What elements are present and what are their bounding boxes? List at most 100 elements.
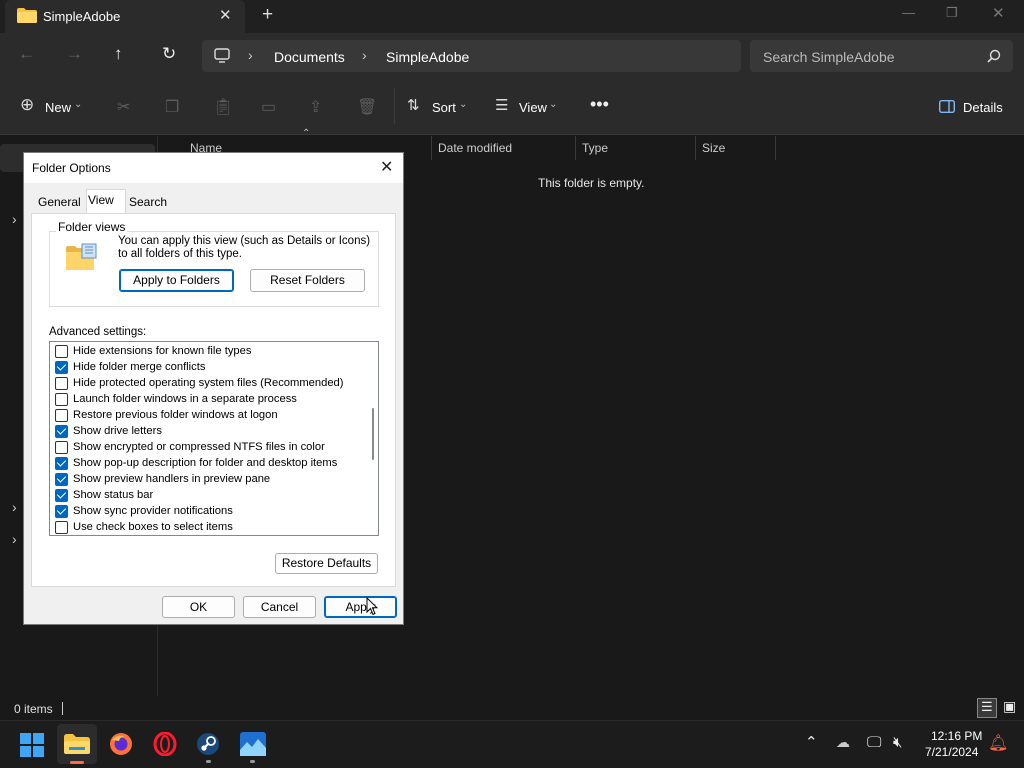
restore-defaults-button[interactable]: Restore Defaults xyxy=(275,553,378,574)
checkbox[interactable] xyxy=(55,393,68,406)
up-icon[interactable]: ↑ xyxy=(114,44,123,64)
this-pc-icon xyxy=(214,48,230,63)
search-field[interactable]: Search SimpleAdobe xyxy=(750,40,1013,72)
dialog-title: Folder Options xyxy=(32,161,111,175)
large-icons-view-icon: ▣ xyxy=(1003,698,1017,714)
advanced-setting-label: Hide extensions for known file types xyxy=(73,345,252,357)
tab-general[interactable]: General xyxy=(38,195,81,209)
delete-icon[interactable]: 🗑︎ xyxy=(357,97,377,117)
item-count: 0 items xyxy=(14,702,53,716)
clock-time[interactable]: 12:16 PM xyxy=(931,729,982,743)
refresh-icon[interactable]: ↻ xyxy=(162,44,176,64)
tiles-view-toggle[interactable]: ▣ xyxy=(1001,698,1021,718)
column-separator[interactable] xyxy=(775,136,776,160)
checkbox[interactable] xyxy=(55,425,68,438)
checkbox[interactable] xyxy=(55,489,68,502)
checkbox[interactable] xyxy=(55,505,68,518)
column-date-modified[interactable]: Date modified xyxy=(438,141,512,155)
advanced-setting-item[interactable]: Restore previous folder windows at logon xyxy=(55,407,278,423)
expand-chevron-icon[interactable]: › xyxy=(12,499,17,515)
details-view-toggle[interactable]: ☰ xyxy=(977,698,997,718)
volume-muted-icon[interactable]: 🔇︎ xyxy=(893,734,902,751)
breadcrumb-simpleadobe[interactable]: SimpleAdobe xyxy=(386,49,469,65)
checkbox[interactable] xyxy=(55,473,68,486)
advanced-settings-list[interactable]: Hide extensions for known file types Hide… xyxy=(49,341,379,536)
ok-button[interactable]: OK xyxy=(162,596,235,618)
column-size[interactable]: Size xyxy=(702,141,725,155)
advanced-setting-item[interactable]: Show sync provider notifications xyxy=(55,503,233,519)
scrollbar-thumb[interactable] xyxy=(372,408,374,460)
advanced-setting-item[interactable]: Launch folder windows in a separate proc… xyxy=(55,391,297,407)
expand-chevron-icon[interactable]: › xyxy=(12,531,17,547)
close-window-icon[interactable]: ✕ xyxy=(992,4,1005,22)
advanced-setting-item[interactable]: Hide protected operating system files (R… xyxy=(55,375,344,391)
checkbox[interactable] xyxy=(55,377,68,390)
start-windows-icon[interactable] xyxy=(20,733,44,757)
dialog-title-bar[interactable]: Folder Options ✕ xyxy=(24,153,403,183)
show-hidden-icons-icon[interactable]: ⌃ xyxy=(805,733,818,751)
notification-bell-icon[interactable]: 🔔︎ xyxy=(988,733,1008,753)
new-icon: ⊕ xyxy=(20,95,35,114)
forward-icon[interactable]: → xyxy=(66,44,83,64)
reset-folders-button[interactable]: Reset Folders xyxy=(250,269,365,292)
breadcrumb-documents[interactable]: Documents xyxy=(274,49,345,65)
column-separator[interactable] xyxy=(431,136,432,160)
checkbox[interactable] xyxy=(55,361,68,374)
cancel-button[interactable]: Cancel xyxy=(243,596,316,618)
close-tab-icon[interactable]: ✕ xyxy=(219,6,232,24)
details-label: Details xyxy=(963,100,1003,115)
column-separator[interactable] xyxy=(695,136,696,160)
minimize-icon[interactable]: — xyxy=(902,5,915,20)
back-icon[interactable]: ← xyxy=(18,44,35,64)
advanced-setting-item[interactable]: Show pop-up description for folder and d… xyxy=(55,455,337,471)
advanced-setting-label: Show sync provider notifications xyxy=(73,505,233,517)
cut-icon[interactable]: ✂ xyxy=(117,97,130,117)
new-tab-icon[interactable]: + xyxy=(262,4,273,26)
advanced-setting-item[interactable]: Show drive letters xyxy=(55,423,162,439)
advanced-setting-label: Show status bar xyxy=(73,489,154,501)
photos-app-icon[interactable] xyxy=(240,732,266,756)
apply-button[interactable]: Apply xyxy=(324,596,397,618)
advanced-setting-item[interactable]: Show encrypted or compressed NTFS files … xyxy=(55,439,325,455)
tab-search[interactable]: Search xyxy=(129,195,167,209)
search-icon[interactable] xyxy=(987,49,1001,63)
sort-button[interactable]: ⇅ Sort ⌄ xyxy=(407,97,469,117)
close-icon[interactable]: ✕ xyxy=(380,157,393,177)
firefox-icon[interactable] xyxy=(109,732,133,756)
checkbox[interactable] xyxy=(55,409,68,422)
details-button[interactable]: Details xyxy=(939,97,1003,117)
address-field[interactable]: › Documents › SimpleAdobe xyxy=(202,40,741,72)
advanced-setting-item[interactable]: Use check boxes to select items xyxy=(55,519,233,535)
paste-icon[interactable]: 📋︎ xyxy=(213,97,233,117)
scrollbar[interactable] xyxy=(368,342,378,535)
copy-icon[interactable]: ❐ xyxy=(165,97,179,117)
network-icon[interactable]: 🖵︎ xyxy=(867,734,881,751)
tab-view[interactable]: View xyxy=(88,193,114,207)
expand-chevron-icon[interactable]: › xyxy=(12,211,17,227)
search-placeholder: Search SimpleAdobe xyxy=(763,49,895,65)
advanced-setting-item[interactable]: Show status bar xyxy=(55,487,154,503)
checkbox[interactable] xyxy=(55,457,68,470)
advanced-setting-item[interactable]: Show preview handlers in preview pane xyxy=(55,471,270,487)
rename-icon[interactable]: ▭ xyxy=(261,97,276,117)
column-separator[interactable] xyxy=(575,136,576,160)
apply-to-folders-button[interactable]: Apply to Folders xyxy=(119,269,234,292)
window-tab[interactable]: SimpleAdobe ✕ xyxy=(5,0,245,33)
steam-icon[interactable] xyxy=(196,732,220,756)
sort-arrow-icon: ⌃ xyxy=(302,128,311,139)
clock-date[interactable]: 7/21/2024 xyxy=(925,745,978,759)
taskbar-file-explorer[interactable] xyxy=(57,724,97,764)
advanced-setting-item[interactable]: Hide extensions for known file types xyxy=(55,343,252,359)
checkbox[interactable] xyxy=(55,441,68,454)
view-button[interactable]: ☰ View ⌄ xyxy=(495,97,559,117)
advanced-setting-item[interactable]: Hide folder merge conflicts xyxy=(55,359,205,375)
checkbox[interactable] xyxy=(55,521,68,534)
checkbox[interactable] xyxy=(55,345,68,358)
restore-icon[interactable]: ❐ xyxy=(946,5,958,21)
column-type[interactable]: Type xyxy=(582,141,608,155)
onedrive-offline-icon[interactable]: ☁ xyxy=(836,734,850,751)
more-options-icon[interactable]: ••• xyxy=(590,94,609,115)
share-icon[interactable]: ⇪ xyxy=(309,97,322,117)
new-button[interactable]: ⊕ New ⌄ xyxy=(20,95,84,117)
opera-icon[interactable] xyxy=(153,732,177,756)
